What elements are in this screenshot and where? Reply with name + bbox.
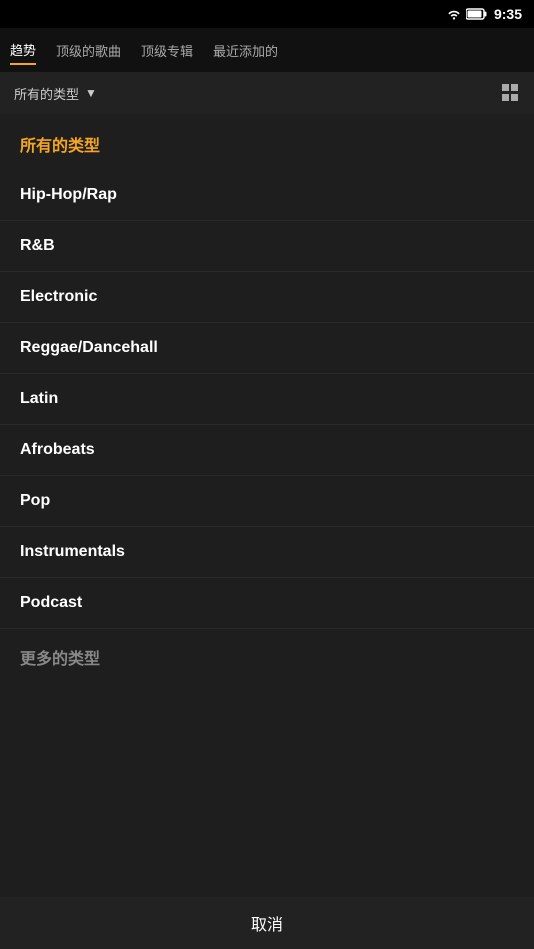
genre-item-podcast[interactable]: Podcast xyxy=(0,578,534,629)
status-bar: 9:35 xyxy=(0,0,534,28)
genre-item-rnb[interactable]: R&B xyxy=(0,221,534,272)
cancel-bar[interactable]: 取消 xyxy=(0,897,534,949)
genre-dropdown-overlay: 所有的类型 Hip-Hop/Rap R&B Electronic Reggae/… xyxy=(0,114,534,949)
genre-item-afrobeats[interactable]: Afrobeats xyxy=(0,425,534,476)
cancel-label: 取消 xyxy=(251,911,283,935)
genre-item-electronic[interactable]: Electronic xyxy=(0,272,534,323)
tab-top-songs[interactable]: 顶级的歌曲 xyxy=(56,37,121,64)
genre-item-more[interactable]: 更多的类型 xyxy=(0,629,534,685)
genre-item-reggae[interactable]: Reggae/Dancehall xyxy=(0,323,534,374)
genre-item-latin[interactable]: Latin xyxy=(0,374,534,425)
genre-item-pop[interactable]: Pop xyxy=(0,476,534,527)
filter-dropdown[interactable]: 所有的类型 ▼ xyxy=(14,84,97,103)
wifi-icon xyxy=(446,8,462,20)
genre-item-instrumentals[interactable]: Instrumentals xyxy=(0,527,534,578)
genre-item-hip-hop-rap[interactable]: Hip-Hop/Rap xyxy=(0,170,534,221)
status-icons xyxy=(446,8,488,20)
tab-top-albums[interactable]: 顶级专辑 xyxy=(141,37,193,64)
status-time: 9:35 xyxy=(494,6,522,22)
filter-label: 所有的类型 xyxy=(14,84,79,103)
nav-tabs: 趋势 顶级的歌曲 顶级专辑 最近添加的 xyxy=(0,28,534,72)
dropdown-header: 所有的类型 xyxy=(0,114,534,170)
tab-recently-added[interactable]: 最近添加的 xyxy=(213,37,278,64)
filter-bar: 所有的类型 ▼ xyxy=(0,72,534,114)
dropdown-arrow-icon: ▼ xyxy=(85,86,97,100)
grid-view-icon[interactable] xyxy=(502,84,520,102)
tab-trending[interactable]: 趋势 xyxy=(10,36,36,65)
battery-icon xyxy=(466,8,488,20)
